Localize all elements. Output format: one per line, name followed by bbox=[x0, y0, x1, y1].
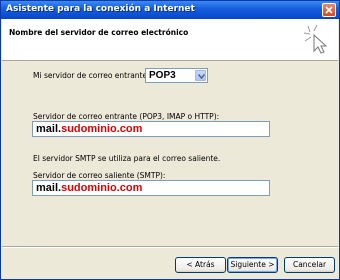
outgoing-server-field[interactable]: mail.sudominio.com bbox=[32, 180, 270, 196]
incoming-type-label: Mi servidor de correo entrante es bbox=[33, 71, 159, 80]
close-button[interactable] bbox=[322, 3, 336, 17]
page-title: Nombre del servidor de correo electrónic… bbox=[9, 28, 189, 37]
incoming-server-field[interactable]: mail.sudominio.com bbox=[32, 121, 270, 137]
next-button[interactable]: Siguiente > bbox=[227, 257, 278, 273]
incoming-server-type-select[interactable]: POP3 bbox=[145, 68, 208, 83]
window-title: Asistente para la conexión a Internet bbox=[6, 4, 195, 14]
outgoing-server-value-prefix: mail. bbox=[36, 182, 62, 194]
incoming-server-value-domain: sudominio.com bbox=[61, 123, 143, 135]
chevron-down-icon bbox=[198, 74, 205, 79]
wizard-header: Nombre del servidor de correo electrónic… bbox=[2, 19, 338, 61]
incoming-server-type-value: POP3 bbox=[149, 70, 176, 81]
cancel-button[interactable]: Cancelar bbox=[284, 257, 335, 273]
footer-divider bbox=[2, 246, 338, 248]
close-icon bbox=[325, 6, 333, 14]
back-button[interactable]: < Atrás bbox=[175, 257, 226, 273]
wizard-cursor-icon bbox=[303, 24, 328, 54]
outgoing-server-value-domain: sudominio.com bbox=[61, 182, 143, 194]
wizard-window: Asistente para la conexión a Internet No… bbox=[0, 0, 340, 280]
incoming-server-label: Servidor de correo entrante (POP3, IMAP … bbox=[33, 112, 220, 121]
incoming-server-value: mail.sudominio.com bbox=[36, 123, 142, 135]
smtp-note: El servidor SMTP se utiliza para el corr… bbox=[33, 154, 221, 163]
incoming-server-value-prefix: mail. bbox=[36, 123, 62, 135]
dropdown-button[interactable] bbox=[195, 70, 206, 81]
outgoing-server-value: mail.sudominio.com bbox=[36, 182, 142, 194]
outgoing-server-label: Servidor de correo saliente (SMTP): bbox=[33, 171, 166, 180]
title-bar[interactable]: Asistente para la conexión a Internet bbox=[1, 1, 339, 19]
